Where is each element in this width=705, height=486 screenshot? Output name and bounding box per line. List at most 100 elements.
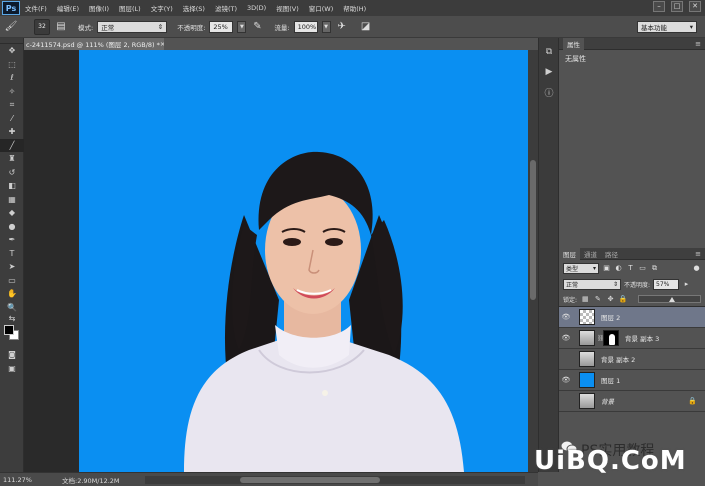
layer-name[interactable]: 背景 副本 2 xyxy=(601,354,635,364)
flow-dropdown-arrow[interactable]: ▼ xyxy=(321,20,331,33)
quick-select-tool-icon[interactable]: ✧ xyxy=(0,85,24,99)
path-select-tool-icon[interactable]: ➤ xyxy=(0,260,24,274)
panel-menu-icon[interactable]: ≡ xyxy=(695,250,701,258)
horizontal-scrollbar[interactable] xyxy=(145,476,525,484)
tab-layers[interactable]: 图层 xyxy=(559,247,580,260)
gradient-tool-icon[interactable]: ▦ xyxy=(0,193,24,207)
panel-menu-icon[interactable]: ≡ xyxy=(695,40,701,48)
visibility-eye-icon[interactable]: 👁 xyxy=(559,376,573,384)
layer-thumbnail[interactable] xyxy=(579,393,595,409)
menu-3d[interactable]: 3D(D) xyxy=(242,4,271,12)
menu-file[interactable]: 文件(F) xyxy=(20,3,52,13)
history-brush-tool-icon[interactable]: ↺ xyxy=(0,166,24,180)
filter-smart-object-icon[interactable]: ⧉ xyxy=(650,264,659,273)
menu-type[interactable]: 文字(Y) xyxy=(146,3,178,13)
menu-select[interactable]: 选择(S) xyxy=(178,3,210,13)
history-icon[interactable]: ⧉ xyxy=(539,42,559,62)
menu-help[interactable]: 帮助(H) xyxy=(338,3,371,13)
visibility-eye-icon[interactable]: 👁 xyxy=(559,313,573,321)
blur-tool-icon[interactable]: ◆ xyxy=(0,206,24,220)
layer-thumbnail[interactable] xyxy=(579,309,595,325)
airbrush-icon[interactable]: ✈ xyxy=(335,20,349,34)
quick-mask-icon[interactable]: ◙ xyxy=(0,348,24,362)
flow-field[interactable]: 100% xyxy=(293,20,318,33)
brush-tool-icon[interactable]: ╱ xyxy=(0,138,24,152)
hand-tool-icon[interactable]: ✋ xyxy=(0,287,24,301)
dodge-tool-icon[interactable]: ● xyxy=(0,220,24,234)
tab-channels[interactable]: 通道 xyxy=(580,248,601,260)
pressure-opacity-icon[interactable]: ✎ xyxy=(250,20,264,34)
lock-position-icon[interactable]: ✥ xyxy=(606,295,615,304)
filter-kind-select[interactable]: 类型 ▾ xyxy=(563,262,599,274)
layer-name[interactable]: 图层 2 xyxy=(601,312,620,322)
lasso-tool-icon[interactable]: ℓ xyxy=(0,71,24,85)
layer-mask-thumbnail[interactable] xyxy=(603,330,619,346)
info-icon[interactable]: ⓘ xyxy=(539,82,559,102)
filter-pixel-icon[interactable]: ▣ xyxy=(602,264,611,273)
layer-thumbnail[interactable] xyxy=(579,351,595,367)
visibility-eye-icon[interactable]: 👁 xyxy=(559,334,573,342)
move-tool-icon[interactable]: ✥ xyxy=(0,44,24,58)
filter-adjustment-icon[interactable]: ◐ xyxy=(614,264,623,273)
filter-shape-icon[interactable]: ▭ xyxy=(638,264,647,273)
swap-colors-icon[interactable]: ⇆ xyxy=(0,314,24,323)
workspace-select[interactable]: 基本功能 ▾ xyxy=(637,21,697,33)
brush-size-picker[interactable]: 32 xyxy=(34,18,50,35)
close-tab-icon[interactable]: × xyxy=(160,40,164,48)
opacity-field[interactable]: 25% xyxy=(209,20,234,33)
visibility-toggle[interactable] xyxy=(559,349,573,370)
zoom-tool-icon[interactable]: 🔍 xyxy=(0,301,24,315)
filter-toggle-icon[interactable]: ● xyxy=(692,264,701,273)
fill-slider[interactable] xyxy=(637,295,701,303)
image-canvas[interactable] xyxy=(79,50,529,472)
foreground-color-swatch[interactable] xyxy=(4,325,14,335)
lock-pixels-icon[interactable]: ✎ xyxy=(594,295,603,304)
zoom-level[interactable]: 111.27% xyxy=(0,476,32,484)
menu-layer[interactable]: 图层(L) xyxy=(114,3,146,13)
lock-all-icon[interactable]: 🔒 xyxy=(619,295,628,304)
type-tool-icon[interactable]: T xyxy=(0,247,24,261)
clone-stamp-tool-icon[interactable]: ♜ xyxy=(0,152,24,166)
layer-name[interactable]: 背景 副本 3 xyxy=(625,333,659,343)
crop-tool-icon[interactable]: ⌗ xyxy=(0,98,24,112)
opacity-dropdown-arrow[interactable]: ▼ xyxy=(237,20,247,33)
healing-brush-tool-icon[interactable]: ✚ xyxy=(0,125,24,139)
menu-filter[interactable]: 滤镜(T) xyxy=(210,3,242,13)
properties-tab[interactable]: 属性 xyxy=(563,37,584,50)
blend-mode-select[interactable]: 正常 ⇕ xyxy=(563,278,621,290)
pressure-size-icon[interactable]: ◪ xyxy=(359,20,373,34)
layer-thumbnail[interactable] xyxy=(579,372,595,388)
close-button[interactable]: ✕ xyxy=(689,1,701,12)
eyedropper-tool-icon[interactable]: ⁄ xyxy=(0,112,24,126)
brush-panel-icon[interactable]: ▤ xyxy=(54,20,68,34)
layer-row[interactable]: 👁 图层 1 xyxy=(559,370,705,391)
document-tab[interactable]: c-2411574.psd @ 111% (图层 2, RGB/8) * × xyxy=(24,38,164,50)
horizontal-scroll-thumb[interactable] xyxy=(240,477,380,483)
screen-mode-icon[interactable]: ▣ xyxy=(0,362,24,376)
vertical-scrollbar[interactable] xyxy=(528,50,538,472)
menu-edit[interactable]: 编辑(E) xyxy=(52,3,84,13)
layer-name[interactable]: 背景 xyxy=(601,396,614,406)
fill-slider-handle[interactable] xyxy=(668,297,675,302)
tool-preset-picker[interactable]: 🖌 xyxy=(4,19,30,35)
layer-name[interactable]: 图层 1 xyxy=(601,375,620,385)
menu-window[interactable]: 窗口(W) xyxy=(304,3,339,13)
shape-tool-icon[interactable]: ▭ xyxy=(0,274,24,288)
menu-view[interactable]: 视图(V) xyxy=(271,3,304,13)
lock-transparent-icon[interactable]: ▦ xyxy=(581,295,590,304)
layer-row[interactable]: 背景 🔒 xyxy=(559,391,705,412)
actions-play-icon[interactable]: ▶ xyxy=(539,62,559,82)
layer-row[interactable]: 👁 ⛓ 背景 副本 3 xyxy=(559,328,705,349)
tab-paths[interactable]: 路径 xyxy=(601,248,622,260)
layer-row[interactable]: 👁 图层 2 xyxy=(559,307,705,328)
vertical-scroll-thumb[interactable] xyxy=(530,160,536,300)
restore-button[interactable]: □ xyxy=(671,1,683,12)
mode-select[interactable]: 正常 ⇕ xyxy=(97,20,168,33)
layer-thumbnail[interactable] xyxy=(579,330,595,346)
document-info[interactable]: 文档:2.90M/12.2M xyxy=(30,475,120,485)
minimize-button[interactable]: – xyxy=(653,1,665,12)
mask-link-icon[interactable]: ⛓ xyxy=(597,335,605,342)
marquee-tool-icon[interactable]: ⬚ xyxy=(0,58,24,72)
layer-opacity-field[interactable]: 57% xyxy=(653,278,680,290)
eraser-tool-icon[interactable]: ◧ xyxy=(0,179,24,193)
